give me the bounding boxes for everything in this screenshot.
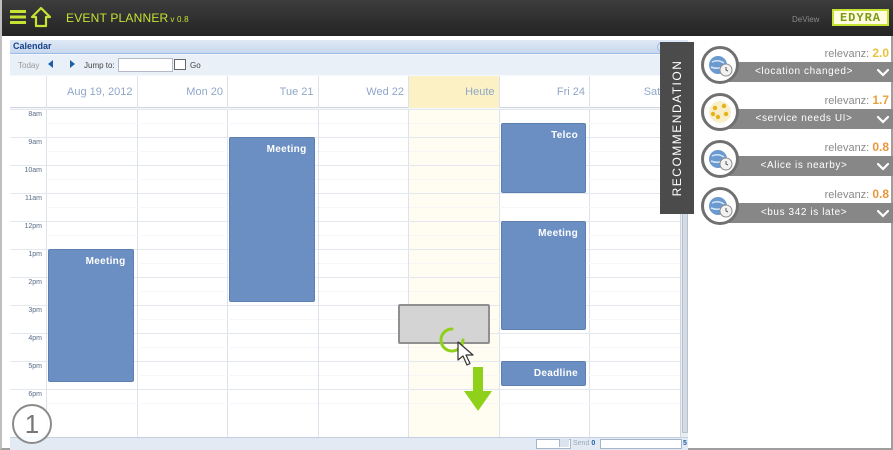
today-button[interactable]: Today	[18, 61, 39, 70]
relevanz-value: 0.8	[872, 140, 889, 154]
next-arrow-icon[interactable]	[70, 60, 75, 68]
time-label: 9am	[28, 139, 42, 146]
recommendation-bar[interactable]: <bus 342 is late>	[715, 203, 893, 223]
app-version: v 0.8	[170, 15, 189, 24]
home-icon[interactable]	[30, 6, 52, 28]
recommendation-message: <Alice is nearby>	[760, 160, 848, 171]
calendar-event[interactable]: Meeting	[48, 249, 134, 382]
day-header-2[interactable]: Tue 21	[227, 76, 318, 108]
day-header-1[interactable]: Mon 20	[136, 76, 228, 108]
send-count: 0	[591, 440, 596, 447]
jump-to-date-input[interactable]	[118, 58, 173, 72]
calendar-panel: Calendar Today Jump to: Go Aug 19, 2012 M…	[10, 40, 688, 450]
globe-clock-icon	[701, 140, 739, 178]
recommendation-tab[interactable]: RECOMMENDATION	[660, 42, 694, 214]
network-nodes-icon	[701, 93, 739, 131]
time-label: 12pm	[24, 223, 42, 230]
time-gutter-header	[10, 76, 46, 108]
calendar-statusbar: Send 0 5	[10, 437, 688, 450]
time-label: 4pm	[28, 335, 42, 342]
chevron-down-icon[interactable]	[876, 160, 890, 172]
time-label: 5pm	[28, 363, 42, 370]
time-label: 3pm	[28, 307, 42, 314]
calendar-event[interactable]: Meeting	[500, 221, 586, 331]
recommendation-bar[interactable]: <Alice is nearby>	[715, 156, 893, 176]
devview-label: DeView	[792, 15, 820, 24]
time-label: 2pm	[28, 279, 42, 286]
half-hour-line	[46, 403, 680, 404]
recommendation-bar[interactable]: <location changed>	[715, 62, 893, 82]
chevron-down-icon[interactable]	[876, 207, 890, 219]
time-label: 10am	[24, 167, 42, 174]
relevanz-label: relevanz:	[824, 189, 873, 201]
calendar-title: Calendar	[10, 40, 688, 54]
recommendation-tab-label: RECOMMENDATION	[670, 59, 684, 197]
recommendation-card[interactable]: relevanz: 2.0 <location changed>	[699, 44, 893, 88]
edyra-logo: EDYRA	[832, 9, 889, 26]
recommendation-message: <location changed>	[754, 66, 854, 77]
status-input[interactable]	[600, 439, 682, 449]
relevanz-score: relevanz: 2.0	[825, 46, 889, 60]
half-hour-line	[46, 347, 680, 348]
right-count: 5	[683, 440, 687, 447]
step-number-badge: 1	[12, 404, 52, 444]
relevanz-score: relevanz: 0.8	[825, 140, 889, 154]
time-label: 1pm	[28, 251, 42, 258]
calendar-event[interactable]: Telco	[500, 123, 586, 193]
calendar-toolbar: Today Jump to: Go	[10, 55, 688, 75]
app-window: EVENT PLANNER v 0.8 DeView EDYRA Calendar…	[0, 0, 893, 450]
jump-to-label: Jump to:	[84, 61, 115, 70]
recommendation-message: <bus 342 is late>	[760, 207, 848, 218]
down-arrow-icon	[464, 367, 492, 411]
relevanz-label: relevanz:	[824, 48, 873, 60]
recommendation-card[interactable]: relevanz: 0.8 <Alice is nearby>	[699, 138, 893, 182]
recommendation-bar[interactable]: <service needs UI>	[715, 109, 893, 129]
app-name: EVENT PLANNER	[66, 11, 169, 25]
go-button[interactable]: Go	[190, 61, 201, 70]
relevanz-value: 1.7	[872, 93, 889, 107]
recommendation-card[interactable]: relevanz: 0.8 <bus 342 is late>	[699, 185, 893, 229]
calendar-grid[interactable]: 8am 9am 10am 11am 12pm 1pm 2pm 3pm 4pm 5pm 6pm Meet…	[10, 109, 680, 437]
day-header-5[interactable]: Fri 24	[498, 76, 590, 108]
select-chevron-icon[interactable]	[559, 439, 569, 447]
relevanz-value: 2.0	[872, 46, 889, 60]
send-label[interactable]: Send 0	[573, 440, 595, 447]
day-header-row: Aug 19, 2012 Mon 20 Tue 21 Wed 22 Heute Fri 2…	[10, 76, 688, 108]
recommendation-card[interactable]: relevanz: 1.7 <service needs UI>	[699, 91, 893, 135]
half-hour-line	[46, 207, 680, 208]
globe-clock-icon	[701, 187, 739, 225]
mouse-cursor-icon	[457, 341, 474, 366]
day-header-3[interactable]: Wed 22	[317, 76, 409, 108]
menu-icon[interactable]	[10, 9, 26, 25]
chevron-down-icon[interactable]	[876, 113, 890, 125]
relevanz-label: relevanz:	[824, 95, 873, 107]
chevron-down-icon[interactable]	[876, 66, 890, 78]
app-title: EVENT PLANNER v 0.8	[66, 11, 189, 25]
time-label: 6pm	[28, 391, 42, 398]
day-header-0[interactable]: Aug 19, 2012	[46, 76, 137, 108]
day-header-4[interactable]: Heute	[408, 76, 499, 108]
date-picker-icon[interactable]	[174, 59, 186, 70]
relevanz-label: relevanz:	[824, 142, 873, 154]
time-label: 8am	[28, 111, 42, 118]
prev-arrow-icon[interactable]	[48, 60, 53, 68]
globe-clock-icon	[701, 46, 739, 84]
time-label: 11am	[25, 195, 42, 202]
calendar-event[interactable]: Deadline	[500, 361, 586, 387]
relevanz-value: 0.8	[872, 187, 889, 201]
calendar-event[interactable]: Meeting	[229, 137, 315, 303]
top-bar: EVENT PLANNER v 0.8 DeView EDYRA	[2, 0, 893, 36]
relevanz-score: relevanz: 1.7	[825, 93, 889, 107]
relevanz-score: relevanz: 0.8	[825, 187, 889, 201]
send-text: Send	[573, 440, 590, 447]
recommendation-message: <service needs UI>	[755, 113, 853, 124]
